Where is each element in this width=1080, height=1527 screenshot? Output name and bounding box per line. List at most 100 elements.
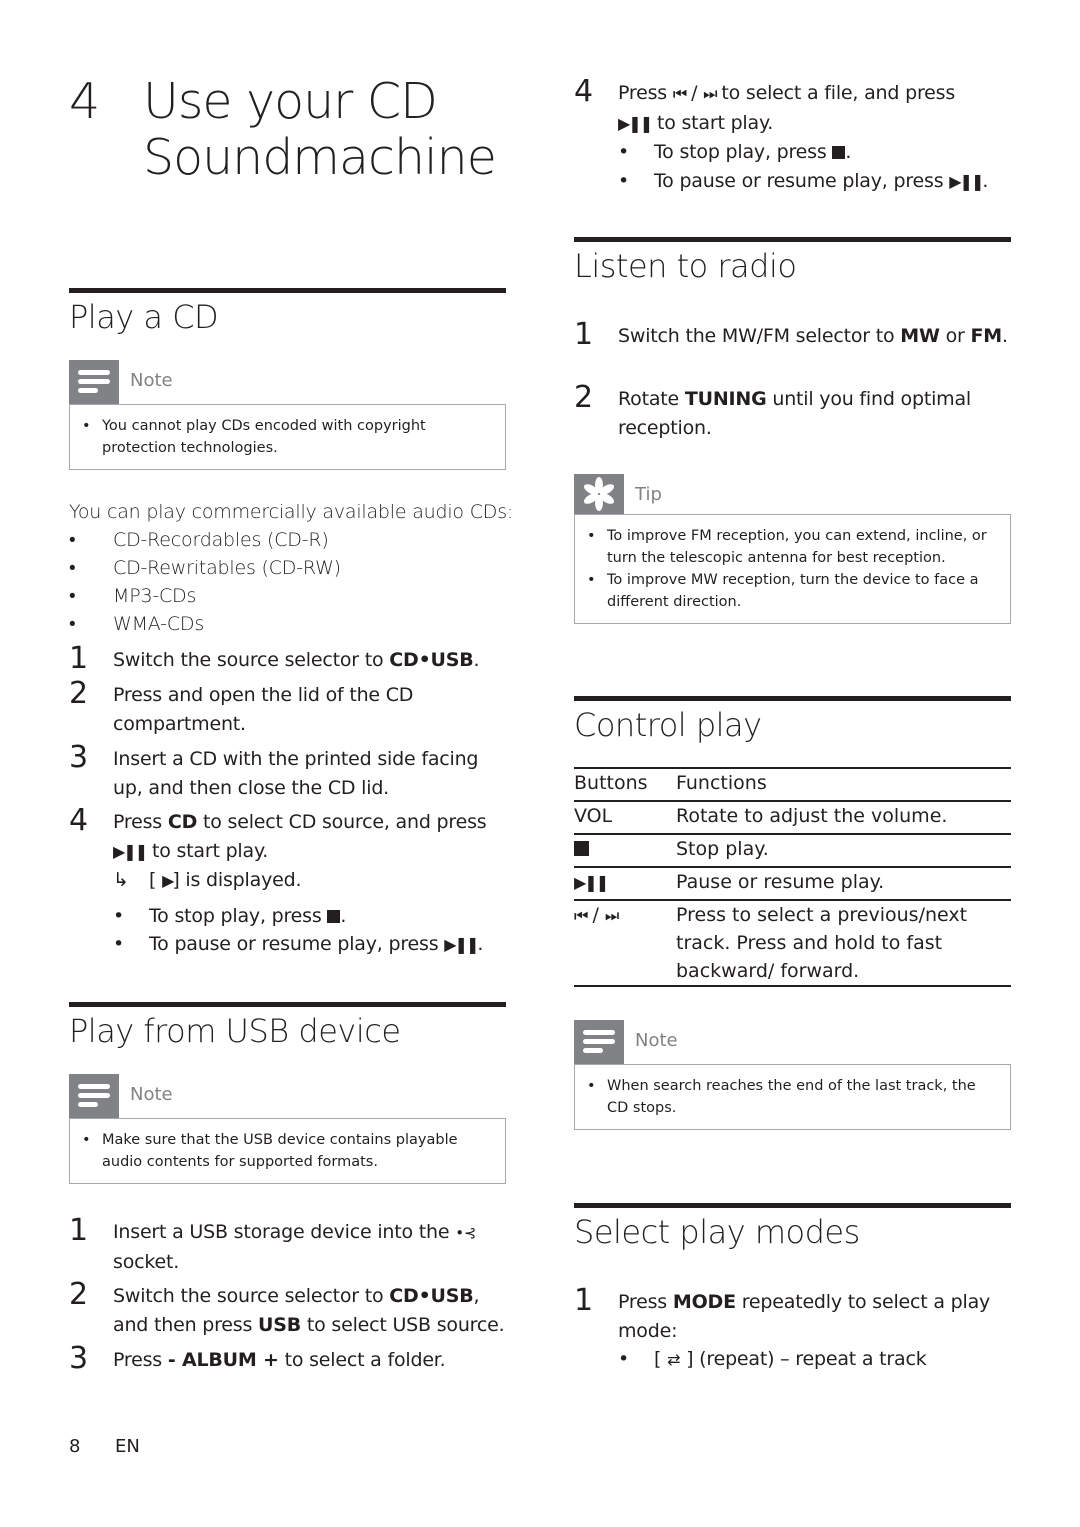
- step-number: 3: [69, 740, 89, 775]
- step-number: 2: [69, 1277, 89, 1312]
- table-row: VOL Rotate to adjust the volume.: [574, 801, 1011, 835]
- function-cell: Pause or resume play.: [676, 867, 1011, 901]
- table-row: ⏮ / ⏭ Press to select a previous/next tr…: [574, 900, 1011, 987]
- previous-icon: ⏮: [672, 84, 687, 103]
- button-cell: VOL: [574, 801, 676, 835]
- step-number: 2: [69, 676, 89, 711]
- step-number: 1: [69, 1213, 89, 1248]
- step-text: socket.: [113, 1250, 180, 1273]
- step-number: 1: [69, 641, 89, 676]
- button-cell: [574, 834, 676, 868]
- chapter-number: 4: [69, 73, 100, 130]
- step-text: .: [473, 649, 480, 671]
- play-icon: ▶: [162, 871, 174, 890]
- section-rule: [574, 696, 1011, 701]
- table-row: Stop play.: [574, 834, 1011, 868]
- table-header: Functions: [676, 767, 1011, 802]
- section-title-play-cd: Play a CD: [69, 298, 219, 336]
- stop-icon: [327, 909, 341, 923]
- note-box-play-usb: Note Make sure that the USB device conta…: [69, 1074, 506, 1184]
- step-item: 4 Press CD to select CD source, and pres…: [69, 804, 506, 960]
- mode-text: [: [654, 1348, 668, 1370]
- step-number: 2: [574, 380, 594, 415]
- function-cell: Press to select a previous/next track. P…: [676, 900, 1011, 987]
- button-cell: ⏮ / ⏭: [574, 900, 676, 987]
- step-item: 3 Insert a CD with the printed side faci…: [69, 741, 506, 802]
- function-cell: Rotate to adjust the volume.: [676, 801, 1011, 835]
- usb-icon: •⊰: [455, 1224, 477, 1242]
- button-name: MW: [900, 325, 940, 347]
- table-header-row: Buttons Functions: [574, 767, 1011, 802]
- chapter-title: Use your CD Soundmachine: [143, 74, 563, 186]
- note-item: Make sure that the USB device contains p…: [82, 1129, 493, 1173]
- step-text: Press: [618, 82, 673, 104]
- step-text: to start play.: [146, 839, 269, 862]
- play-pause-icon: ▶❚❚: [618, 113, 653, 133]
- tip-item: To improve FM reception, you can extend,…: [587, 525, 998, 569]
- note-label: Note: [635, 1030, 678, 1051]
- note-item: When search reaches the end of the last …: [587, 1075, 998, 1119]
- step-text: .: [1001, 325, 1008, 347]
- table-row: ▶❚❚ Pause or resume play.: [574, 867, 1011, 901]
- mode-text: ] (repeat) – repeat a track: [680, 1348, 927, 1370]
- step-text: or: [939, 325, 971, 347]
- step-text: Switch the source selector to: [113, 1285, 390, 1307]
- sub-step-text: To pause or resume play, press: [149, 933, 445, 955]
- step-text: Press and open the lid of the CD compart…: [113, 684, 414, 735]
- function-cell: Stop play.: [676, 834, 1011, 868]
- note-label: Note: [130, 1084, 173, 1105]
- button-name: MODE: [672, 1291, 736, 1313]
- step-item: 1 Press MODE repeatedly to select a play…: [574, 1284, 1011, 1375]
- step-item: 2 Switch the source selector to CD•USB, …: [69, 1278, 506, 1339]
- step-text: to select CD source, and press: [197, 811, 487, 833]
- section-title-radio: Listen to radio: [574, 247, 797, 285]
- button-name: FM: [970, 325, 1002, 347]
- sub-step-text: To pause or resume play, press: [654, 169, 950, 192]
- step-item: 3 Press - ALBUM + to select a folder.: [69, 1342, 506, 1376]
- section-title-modes: Select play modes: [574, 1213, 860, 1251]
- note-icon: [69, 360, 119, 404]
- sub-step-text: To stop play, press: [654, 141, 833, 163]
- format-item: WMA-CDs: [69, 610, 506, 638]
- button-name: TUNING: [684, 388, 767, 410]
- section-rule: [69, 288, 506, 293]
- step-item: 1 Switch the source selector to CD•USB.: [69, 642, 506, 676]
- button-name: CD•USB: [389, 649, 474, 671]
- format-item: MP3-CDs: [69, 582, 506, 610]
- format-item: CD-Recordables (CD-R): [69, 526, 506, 554]
- format-list: CD-Recordables (CD-R) CD-Rewritables (CD…: [69, 526, 506, 638]
- tip-item: To improve MW reception, turn the device…: [587, 569, 998, 613]
- step-number: 4: [574, 74, 594, 109]
- next-icon: ⏭: [703, 84, 717, 103]
- tip-label: Tip: [635, 484, 662, 505]
- note-icon: [574, 1020, 624, 1064]
- step-text: to select a folder.: [278, 1349, 446, 1371]
- step-text: to start play.: [651, 111, 774, 134]
- note-box-play-cd: Note You cannot play CDs encoded with co…: [69, 360, 506, 470]
- button-name: - ALBUM +: [167, 1349, 279, 1371]
- page-number: 8: [69, 1436, 81, 1457]
- step-text: Insert a USB storage device into the: [113, 1221, 456, 1243]
- step-text: Switch the MW/FM selector to: [618, 325, 901, 347]
- tip-box-radio: Tip To improve FM reception, you can ext…: [574, 474, 1011, 624]
- note-box-control: Note When search reaches the end of the …: [574, 1020, 1011, 1130]
- step-item: 1 Switch the MW/FM selector to MW or FM.: [574, 318, 1011, 352]
- step-item: 4 Press ⏮ / ⏭ to select a file, and pres…: [574, 75, 1011, 196]
- chapter-title-line1: Use your CD: [143, 73, 438, 130]
- stop-icon: [832, 146, 846, 159]
- table-header: Buttons: [574, 767, 676, 802]
- step-item: 1 Insert a USB storage device into the •…: [69, 1214, 506, 1276]
- step-item: 2 Press and open the lid of the CD compa…: [69, 677, 506, 738]
- play-pause-icon: ▶❚❚: [949, 171, 984, 191]
- play-pause-icon: ▶❚❚: [574, 873, 609, 892]
- step-text: to select a file, and press: [715, 82, 956, 104]
- section-title-control: Control play: [574, 706, 762, 744]
- button-name: CD•USB: [389, 1285, 474, 1307]
- step-number: 1: [574, 1283, 594, 1318]
- step-text: to select USB source.: [301, 1313, 505, 1336]
- step-item: 2 Rotate TUNING until you find optimal r…: [574, 381, 1011, 442]
- step-text: /: [685, 82, 704, 104]
- note-icon: [69, 1074, 119, 1118]
- step-text: Press: [113, 1349, 168, 1371]
- section-title-play-usb: Play from USB device: [69, 1012, 401, 1050]
